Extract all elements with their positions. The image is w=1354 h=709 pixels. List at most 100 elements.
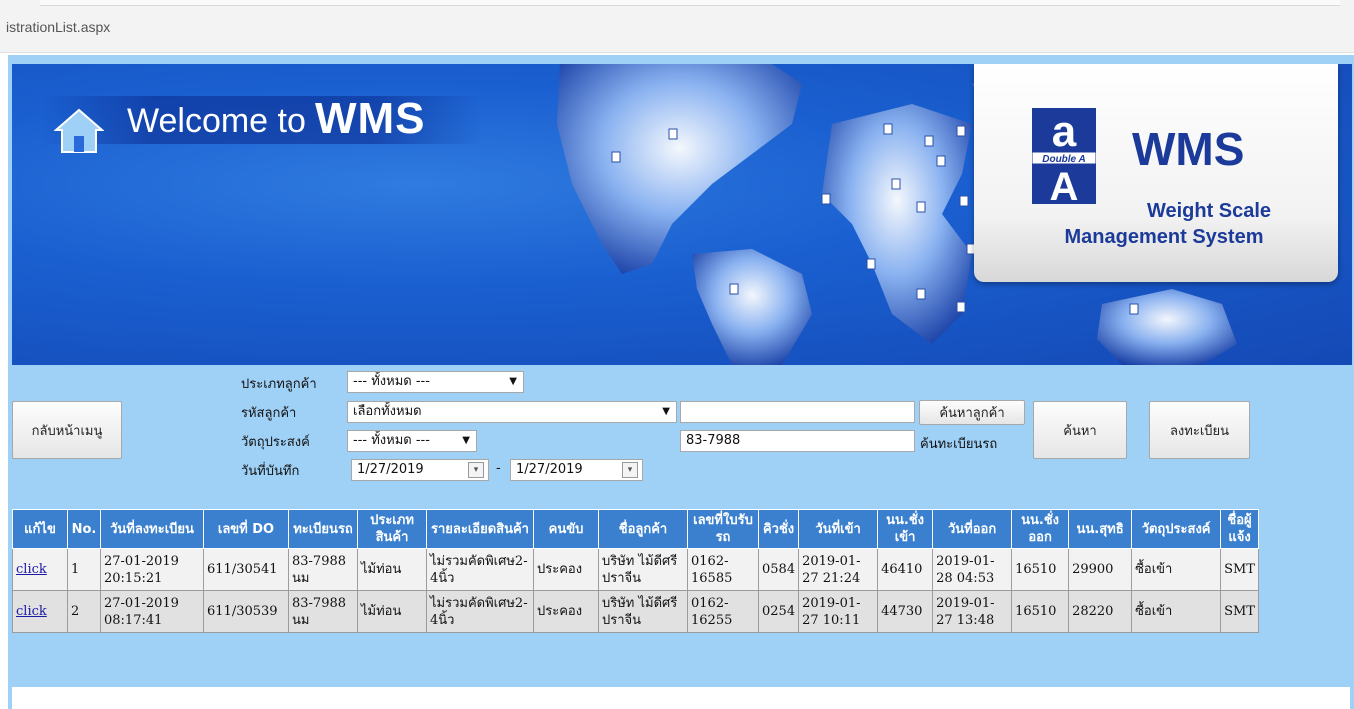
page-bottom-area bbox=[12, 687, 1350, 709]
date-from-picker[interactable]: 1/27/2019 ▾ bbox=[351, 459, 489, 481]
table-cell: 83-7988 นม bbox=[288, 590, 358, 633]
table-cell: 0254 bbox=[757, 590, 800, 633]
table-cell: 46410 bbox=[877, 548, 934, 591]
table-cell: 2 bbox=[67, 590, 101, 633]
edit-link[interactable]: click bbox=[16, 562, 47, 577]
register-button[interactable]: ลงทะเบียน bbox=[1149, 401, 1250, 459]
logo-subtitle-line1: Weight Scale bbox=[1146, 200, 1272, 222]
table-cell: ไม่รวมคัดพิเศษ2-4นิ้ว bbox=[426, 548, 534, 591]
col-no: No. bbox=[67, 509, 101, 549]
customer-type-value: --- ทั้งหมด --- bbox=[353, 374, 430, 389]
col-out-date: วันที่ออก bbox=[932, 509, 1013, 549]
table-cell: 0584 bbox=[757, 548, 800, 591]
col-driver: คนขับ bbox=[533, 509, 599, 549]
logo-card: a Double A A WMS Weight Scale Management… bbox=[974, 64, 1338, 282]
customer-code-label: รหัสลูกค้า bbox=[241, 406, 297, 421]
table-cell: ประคอง bbox=[533, 548, 599, 591]
customer-code-value: เลือกทั้งหมด bbox=[353, 404, 422, 419]
table-cell: ซื้อเข้า bbox=[1131, 548, 1222, 591]
purpose-label: วัตถุประสงค์ bbox=[241, 435, 310, 450]
col-product-type: ประเภทสินค้า bbox=[357, 509, 427, 549]
welcome-text: Welcome to bbox=[127, 102, 306, 140]
col-purpose: วัตถุประสงค์ bbox=[1131, 509, 1222, 549]
table-row: click 2 27-01-2019 08:17:41 611/30539 83… bbox=[12, 590, 1259, 633]
table-cell: 611/30539 bbox=[203, 590, 289, 633]
purpose-select[interactable]: --- ทั้งหมด --- ▼ bbox=[347, 430, 477, 452]
table-cell: 27-01-2019 08:17:41 bbox=[100, 590, 204, 633]
logo-title: WMS bbox=[1132, 123, 1245, 175]
col-customer: ชื่อลูกค้า bbox=[598, 509, 688, 549]
edit-cell: click bbox=[12, 590, 68, 633]
table-cell: 0162-16255 bbox=[687, 590, 759, 633]
table-cell: 2019-01-27 21:24 bbox=[798, 548, 879, 591]
date-to-value: 1/27/2019 bbox=[516, 462, 583, 477]
table-row: click 1 27-01-2019 20:15:21 611/30541 83… bbox=[12, 548, 1259, 591]
svg-text:A: A bbox=[1050, 165, 1079, 204]
table-cell: ประคอง bbox=[533, 590, 599, 633]
col-informer: ชื่อผู้แจ้ง bbox=[1220, 509, 1259, 549]
table-cell: ไม้ท่อน bbox=[357, 548, 427, 591]
table-cell: 83-7988 นม bbox=[288, 548, 358, 591]
page-frame: Welcome to WMS a Double A A WMS Weight S… bbox=[8, 55, 1354, 709]
plate-search-input[interactable]: 83-7988 bbox=[680, 430, 915, 452]
back-to-menu-button[interactable]: กลับหน้าเมนู bbox=[12, 401, 122, 459]
table-cell: ไม้ท่อน bbox=[357, 590, 427, 633]
col-weight-out: นน.ชั่งออก bbox=[1011, 509, 1070, 549]
date-separator: - bbox=[496, 461, 501, 476]
col-net-weight: นน.สุทธิ bbox=[1068, 509, 1133, 549]
col-receipt-no: เลขที่ใบรับรถ bbox=[687, 509, 759, 549]
home-icon bbox=[54, 108, 104, 153]
search-button[interactable]: ค้นหา bbox=[1033, 401, 1127, 459]
col-reg-date: วันที่ลงทะเบียน bbox=[100, 509, 204, 549]
table-cell: ไม่รวมคัดพิเศษ2-4นิ้ว bbox=[426, 590, 534, 633]
table-cell: 28220 bbox=[1068, 590, 1133, 633]
date-from-value: 1/27/2019 bbox=[357, 462, 424, 477]
calendar-dropdown-icon[interactable]: ▾ bbox=[468, 462, 484, 478]
browser-address-bar: istrationList.aspx bbox=[0, 0, 1354, 53]
address-url[interactable]: istrationList.aspx bbox=[6, 19, 110, 35]
search-customer-button[interactable]: ค้นหาลูกค้า bbox=[919, 400, 1025, 425]
col-product-detail: รายละเอียดสินค้า bbox=[426, 509, 534, 549]
logo-badge-text: Double A bbox=[1042, 154, 1086, 165]
col-edit: แก้ไข bbox=[12, 509, 68, 549]
table-cell: 2019-01-27 10:11 bbox=[798, 590, 879, 633]
chevron-down-icon: ▼ bbox=[509, 376, 517, 387]
col-in-date: วันที่เข้า bbox=[798, 509, 879, 549]
date-to-picker[interactable]: 1/27/2019 ▾ bbox=[510, 459, 643, 481]
logo-subtitle-line2: Management System bbox=[1064, 226, 1264, 248]
calendar-dropdown-icon[interactable]: ▾ bbox=[622, 462, 638, 478]
edit-link[interactable]: click bbox=[16, 604, 47, 619]
customer-type-select[interactable]: --- ทั้งหมด --- ▼ bbox=[347, 371, 524, 393]
plate-search-label: ค้นทะเบียนรถ bbox=[920, 437, 998, 452]
customer-type-label: ประเภทลูกค้า bbox=[241, 377, 317, 392]
registration-table: แก้ไข No. วันที่ลงทะเบียน เลขที่ DO ทะเบ… bbox=[12, 509, 1259, 633]
table-cell: 27-01-2019 20:15:21 bbox=[100, 548, 204, 591]
table-cell: บริษัท ไม้ดีศรีปราจีน bbox=[598, 548, 688, 591]
table-cell: SMT bbox=[1220, 590, 1259, 633]
chevron-down-icon: ▼ bbox=[462, 435, 470, 446]
table-cell: ซื้อเข้า bbox=[1131, 590, 1222, 633]
table-cell: 2019-01-27 13:48 bbox=[932, 590, 1013, 633]
table-cell: บริษัท ไม้ดีศรีปราจีน bbox=[598, 590, 688, 633]
table-cell: 29900 bbox=[1068, 548, 1133, 591]
svg-text:a: a bbox=[1052, 108, 1077, 156]
welcome-brand: WMS bbox=[315, 94, 426, 143]
table-cell: 16510 bbox=[1011, 548, 1070, 591]
table-header-row: แก้ไข No. วันที่ลงทะเบียน เลขที่ DO ทะเบ… bbox=[12, 509, 1259, 549]
edit-cell: click bbox=[12, 548, 68, 591]
table-cell: SMT bbox=[1220, 548, 1259, 591]
customer-search-input[interactable] bbox=[680, 401, 915, 423]
col-queue: คิวชั่ง bbox=[757, 509, 800, 549]
customer-code-select[interactable]: เลือกทั้งหมด ▼ bbox=[347, 401, 677, 423]
record-date-label: วันที่บันทึก bbox=[241, 464, 300, 479]
table-cell: 1 bbox=[67, 548, 101, 591]
double-a-logo-icon: a Double A A bbox=[1032, 108, 1096, 204]
chevron-down-icon: ▼ bbox=[662, 406, 670, 417]
table-cell: 2019-01-28 04:53 bbox=[932, 548, 1013, 591]
table-cell: 44730 bbox=[877, 590, 934, 633]
header-banner: Welcome to WMS a Double A A WMS Weight S… bbox=[12, 64, 1352, 365]
purpose-value: --- ทั้งหมด --- bbox=[353, 433, 430, 448]
table-cell: 611/30541 bbox=[203, 548, 289, 591]
col-plate: ทะเบียนรถ bbox=[288, 509, 358, 549]
col-do-no: เลขที่ DO bbox=[203, 509, 289, 549]
